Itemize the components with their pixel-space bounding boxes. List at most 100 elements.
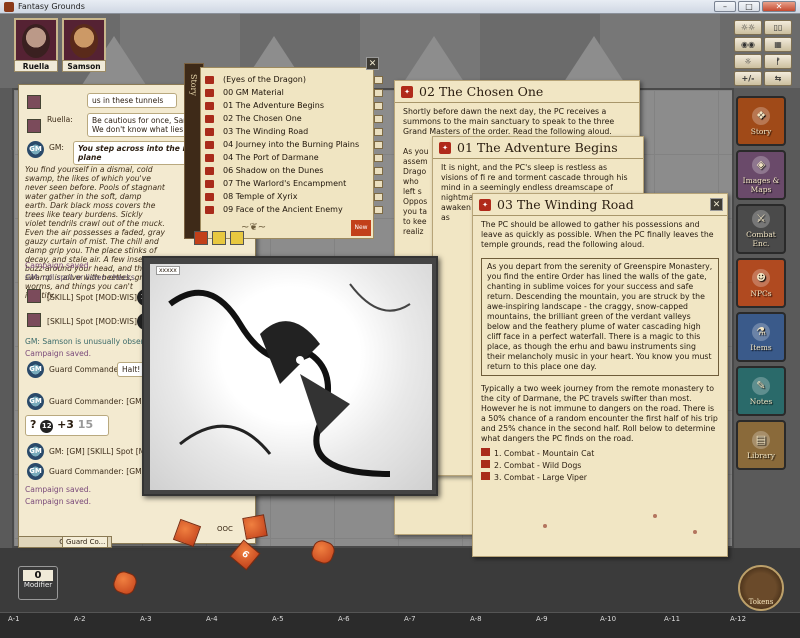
chat-avatar [27,119,41,133]
link-icon[interactable] [205,167,214,175]
story-filter-button[interactable] [194,231,208,245]
items-icon: ⚗ [752,322,770,341]
link-icon[interactable] [205,115,214,123]
gm-icon: GM [27,361,44,378]
sidebar-items-button[interactable]: ⚗ Items [736,312,786,362]
chat-roll: [SKILL] Spot [MOD:WIS] [47,293,137,302]
story-window[interactable]: Story (Eyes of the Dragon) 00 GM Materia… [184,57,383,253]
chat-identity-guard[interactable]: Guard Co... [62,536,108,548]
story-filter-button[interactable] [230,231,244,245]
link-icon[interactable] [205,76,214,84]
close-icon[interactable]: ✕ [710,198,723,211]
story-entry[interactable]: 07 The Warlord's Encampment [205,178,383,190]
lighting-button[interactable]: ☼☼ [734,20,762,35]
chat-avatar [27,95,41,109]
story-intro: The PC should be allowed to gather his p… [481,220,714,249]
roll-die: 12 [40,420,54,433]
panels-button[interactable]: ▯▯ [764,20,792,35]
d8-die[interactable] [242,514,268,540]
ornament: ~❦~ [241,222,267,233]
chat-system-message: Campaign saved. [25,485,91,494]
modifier-label: Modifier [23,581,53,589]
settings-button[interactable]: ☼ [734,54,762,69]
link-icon[interactable] [205,154,214,162]
gm-icon: GM [27,443,44,460]
sidebar-npcs-button[interactable]: ☻ NPCs [736,258,786,308]
chat-avatar [27,313,41,327]
pointer-button[interactable]: ⇆ [764,71,792,86]
chat-bubble: us in these tunnels [87,93,177,108]
grid-label: A-7 [404,615,416,623]
grid-label: A-3 [140,615,152,623]
roll-total: 15 [77,418,94,431]
link-icon[interactable] [205,180,214,188]
encounter-link[interactable]: 2. Combat - Wild Dogs [481,460,719,472]
chat-speaker: GM: [49,143,64,152]
character-avatar [22,24,50,58]
story-entry[interactable]: 06 Shadow on the Dunes [205,165,383,177]
story-entry[interactable]: (Eyes of the Dragon) [205,74,383,86]
link-icon[interactable] [481,472,490,480]
image-window[interactable]: xxxxx [142,256,438,496]
dragon-illustration [168,283,411,477]
close-window-button[interactable]: ✕ [762,1,796,12]
modifier-toggle-button[interactable]: +/- [734,71,762,86]
sidebar-story-button[interactable]: ❖ Story [736,96,786,146]
sidebar-library-button[interactable]: ▤ Library [736,420,786,470]
story-entry[interactable]: 01 The Adventure Begins [205,100,383,112]
modifier-box[interactable]: 0 Modifier [18,566,58,600]
grid-label: A-12 [730,615,747,623]
library-book-button[interactable]: ▦ [764,37,792,52]
grid-label: A-11 [664,615,681,623]
link-icon[interactable] [481,448,490,456]
sidebar-images-maps-button[interactable]: ◈ Images & Maps [736,150,786,200]
link-icon[interactable] [205,89,214,97]
new-entry-button[interactable]: New [351,220,371,236]
grid-label: A-4 [206,615,218,623]
story-travel-text: Typically a two week journey from the re… [481,384,718,443]
link-icon[interactable] [205,141,214,149]
character-button[interactable]: ᚠ [764,54,792,69]
story-tag-icon: ✦ [439,142,451,154]
window-title: ✦ 02 The Chosen One [395,81,639,103]
grid-label: A-2 [74,615,86,623]
chat-message: GM: roll spot or listen checks [25,273,135,282]
chat-speaker: Ruella: [47,115,73,124]
story-window-winding-road[interactable]: ✦ 03 The Winding Road ✕ The PC should be … [472,193,728,557]
link-icon[interactable] [205,102,214,110]
portrait-name: Samson [62,60,106,72]
grid-label: A-1 [8,615,20,623]
story-entry[interactable]: 00 GM Material [205,87,383,99]
link-icon[interactable] [205,128,214,136]
encounter-link[interactable]: 3. Combat - Large Viper [481,472,719,484]
close-icon[interactable]: ✕ [366,57,379,70]
maximize-button[interactable]: □ [738,1,760,12]
grid-label: A-8 [470,615,482,623]
story-entry[interactable]: 02 The Chosen One [205,113,383,125]
link-icon[interactable] [205,193,214,201]
read-aloud-box: As you depart from the serenity of Green… [481,258,719,376]
tokens-button[interactable]: Tokens [738,565,784,611]
grid-label: A-10 [600,615,617,623]
story-entry[interactable]: 08 Temple of Xyrix [205,191,383,203]
grid-ruler: A-1 A-2 A-3 A-4 A-5 A-6 A-7 A-8 A-9 A-10… [0,612,800,638]
story-entry[interactable]: 04 The Port of Darmane [205,152,383,164]
sidebar-notes-button[interactable]: ✎ Notes [736,366,786,416]
story-entry[interactable]: 04 Journey into the Burning Plains [205,139,383,151]
story-entry[interactable]: 03 The Winding Road [205,126,383,138]
portrait-samson[interactable]: Samson [62,18,106,72]
chat-speaker: Guard Commander: [49,365,124,374]
app-icon [4,2,14,12]
story-filter-button[interactable] [212,231,226,245]
sidebar-combat-button[interactable]: ⚔ Combat Enc. [736,204,786,254]
ooc-toggle[interactable]: OOC [217,525,233,534]
encounter-links: 1. Combat - Mountain Cat 2. Combat - Wil… [473,448,727,484]
link-icon[interactable] [205,206,214,214]
encounter-link[interactable]: 1. Combat - Mountain Cat [481,448,719,460]
minimize-button[interactable]: – [714,1,736,12]
link-icon[interactable] [481,460,490,468]
portrait-ruella[interactable]: Ruella [14,18,58,72]
options-button[interactable]: ◉◉ [734,37,762,52]
story-entry[interactable]: 09 Face of the Ancient Enemy [205,204,383,216]
story-tag-icon: ✦ [401,86,413,98]
